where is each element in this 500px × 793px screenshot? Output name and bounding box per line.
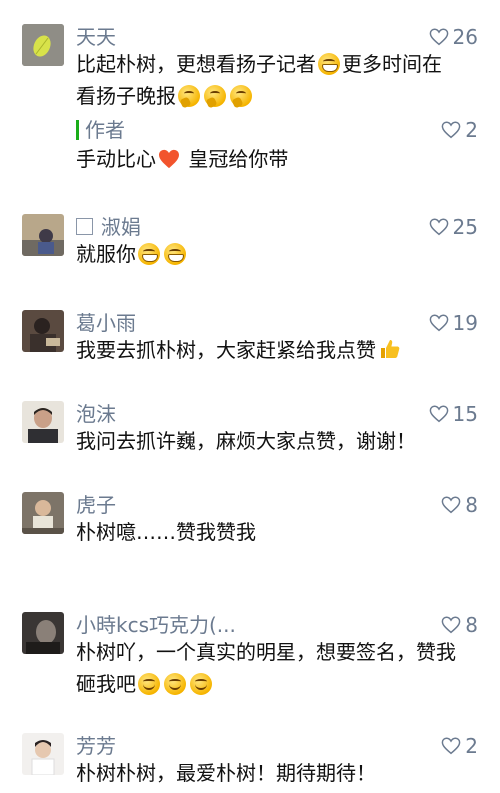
smile-face-icon <box>138 673 160 695</box>
reply-author[interactable]: 作者 <box>76 117 125 143</box>
like-button[interactable]: 25 <box>429 214 478 240</box>
like-button[interactable]: 8 <box>441 612 478 638</box>
photo-avatar-icon <box>22 733 64 775</box>
heart-icon <box>429 28 449 46</box>
like-button[interactable]: 2 <box>441 733 478 759</box>
like-count: 8 <box>465 493 478 517</box>
avatar[interactable] <box>22 24 64 66</box>
commenter-name[interactable]: 小時kcs巧克力(... <box>76 612 236 638</box>
like-button[interactable]: 8 <box>441 492 478 518</box>
like-button[interactable]: 2 <box>441 117 478 143</box>
smile-face-icon <box>190 673 212 695</box>
avatar[interactable] <box>22 310 64 352</box>
thinking-face-icon <box>204 85 226 107</box>
comment-text: 就服你 <box>76 238 476 270</box>
like-count: 8 <box>465 613 478 637</box>
grin-face-icon <box>164 243 186 265</box>
avatar[interactable] <box>22 733 64 775</box>
like-count: 2 <box>465 118 478 142</box>
red-heart-icon <box>159 149 179 169</box>
photo-avatar-icon <box>22 401 64 443</box>
photo-avatar-icon <box>22 612 64 654</box>
smile-face-icon <box>164 673 186 695</box>
like-count: 2 <box>465 734 478 758</box>
photo-avatar-icon <box>22 310 64 352</box>
checkbox-icon <box>76 218 93 235</box>
photo-avatar-icon <box>22 214 64 256</box>
like-button[interactable]: 19 <box>429 310 478 336</box>
commenter-name[interactable]: 天天 <box>76 24 116 50</box>
heart-icon <box>429 314 449 332</box>
comment-text: 比起朴树，更想看扬子记者 更多时间在 看扬子晚报 <box>76 52 442 108</box>
heart-icon <box>441 616 461 634</box>
comment-text: 朴树噫……赞我赞我 <box>76 520 256 544</box>
commenter-name[interactable]: 淑娟 <box>76 214 141 240</box>
heart-icon <box>441 121 461 139</box>
commenter-name[interactable]: 葛小雨 <box>76 310 136 336</box>
commenter-name[interactable]: 泡沫 <box>76 401 116 427</box>
avatar[interactable] <box>22 401 64 443</box>
like-button[interactable]: 26 <box>429 24 478 50</box>
grin-face-icon <box>138 243 160 265</box>
like-count: 15 <box>452 402 478 426</box>
avatar[interactable] <box>22 214 64 256</box>
thinking-face-icon <box>178 85 200 107</box>
like-count: 25 <box>452 215 478 239</box>
thumbs-up-icon <box>381 340 400 358</box>
thinking-face-icon <box>230 85 252 107</box>
like-count: 26 <box>452 25 478 49</box>
reply-text: 手动比心 皇冠给你带 <box>76 147 289 171</box>
photo-avatar-icon <box>22 492 64 534</box>
avatar[interactable] <box>22 612 64 654</box>
avatar[interactable] <box>22 492 64 534</box>
like-button[interactable]: 15 <box>429 401 478 427</box>
heart-icon <box>429 218 449 236</box>
heart-icon <box>441 737 461 755</box>
comment-text: 我问去抓许巍，麻烦大家点赞，谢谢！ <box>76 429 416 453</box>
reply-indicator-bar <box>76 120 79 140</box>
like-count: 19 <box>452 311 478 335</box>
comment-text: 朴树吖，一个真实的明星，想要签名，赞我 砸我吧 <box>76 640 456 696</box>
heart-icon <box>441 496 461 514</box>
grin-face-icon <box>318 53 340 75</box>
heart-icon <box>429 405 449 423</box>
commenter-name[interactable]: 虎子 <box>76 492 116 518</box>
comment-text: 我要去抓朴树，大家赶紧给我点赞 <box>76 334 476 366</box>
comment-text: 朴树朴树，最爱朴树！期待期待！ <box>76 761 376 785</box>
commenter-name[interactable]: 芳芳 <box>76 733 116 759</box>
leaf-avatar-icon <box>22 24 64 66</box>
